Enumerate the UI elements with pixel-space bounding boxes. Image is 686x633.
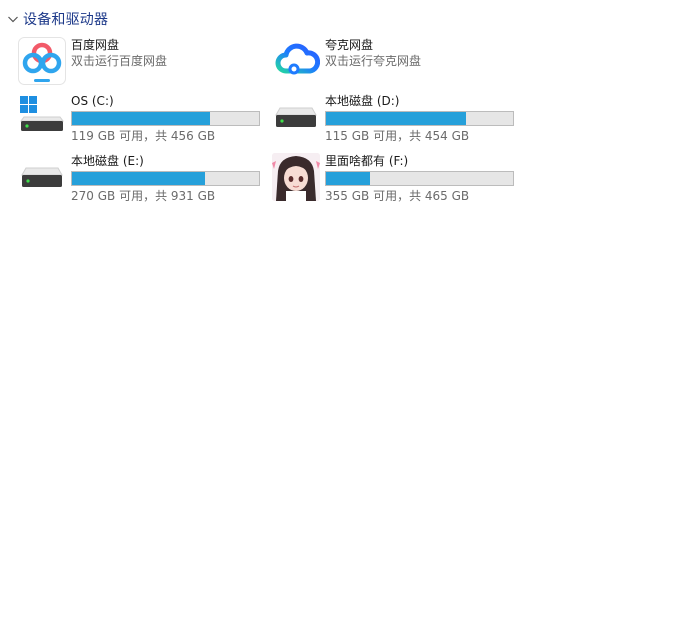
drive-free-space: 115 GB 可用，共 454 GB — [325, 129, 470, 143]
drive-name: 本地磁盘 (D:) — [325, 94, 400, 108]
windows-drive-icon — [18, 93, 66, 141]
drive-usage-bar — [325, 171, 514, 186]
hard-drive-icon — [18, 153, 66, 201]
drive-usage-fill — [72, 112, 211, 125]
section-title: 设备和驱动器 — [23, 12, 109, 28]
cloud-item-subtitle: 双击运行百度网盘 — [71, 54, 168, 68]
quark-netdisk-icon — [272, 37, 321, 85]
baidu-netdisk-icon — [18, 37, 66, 85]
drive-f[interactable]: 里面啥都有 (F:) 355 GB 可用，共 465 GB — [272, 153, 518, 205]
drive-e[interactable]: 本地磁盘 (E:) 270 GB 可用，共 931 GB — [18, 153, 264, 205]
drive-usage-fill — [326, 172, 371, 185]
hard-drive-icon — [272, 93, 320, 141]
cloud-item-name: 夸克网盘 — [325, 38, 374, 52]
cloud-item-quark[interactable]: 夸克网盘 双击运行夸克网盘 — [272, 37, 518, 89]
cloud-item-baidu[interactable]: 百度网盘 双击运行百度网盘 — [18, 37, 264, 89]
drive-name: 本地磁盘 (E:) — [71, 154, 144, 168]
drive-free-space: 119 GB 可用，共 456 GB — [71, 129, 216, 143]
cloud-item-name: 百度网盘 — [71, 38, 120, 52]
section-header-devices-and-drives[interactable]: 设备和驱动器 — [6, 9, 108, 29]
drive-d[interactable]: 本地磁盘 (D:) 115 GB 可用，共 454 GB — [272, 93, 518, 145]
cloud-item-subtitle: 双击运行夸克网盘 — [325, 54, 422, 68]
drive-usage-bar — [71, 111, 260, 126]
drive-free-space: 355 GB 可用，共 465 GB — [325, 189, 470, 203]
chevron-down-icon — [8, 16, 18, 23]
drive-usage-bar — [71, 171, 260, 186]
drive-free-space: 270 GB 可用，共 931 GB — [71, 189, 216, 203]
drive-name: 里面啥都有 (F:) — [325, 154, 409, 168]
drive-c[interactable]: OS (C:) 119 GB 可用，共 456 GB — [18, 93, 264, 145]
custom-drive-avatar-icon — [272, 153, 320, 201]
drive-usage-fill — [326, 112, 466, 125]
drive-usage-bar — [325, 111, 514, 126]
drive-usage-fill — [72, 172, 205, 185]
drive-name: OS (C:) — [71, 94, 114, 108]
